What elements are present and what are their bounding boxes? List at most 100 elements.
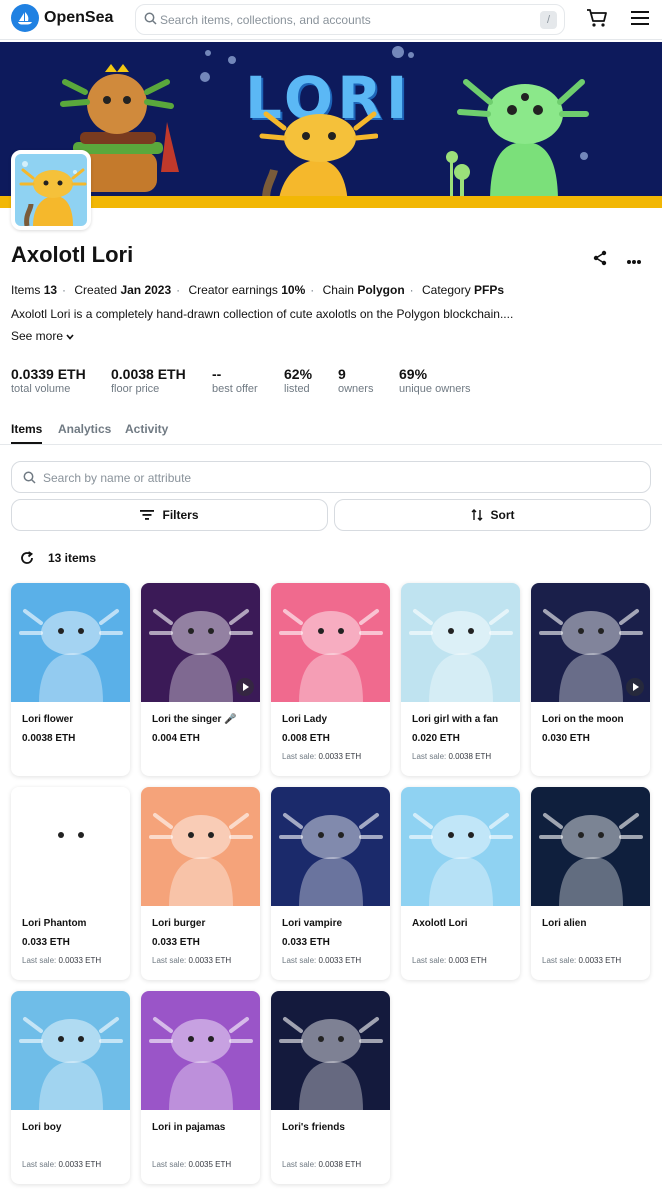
nft-last-sale: Last sale: 0.0033 ETH [22,1160,101,1169]
nft-card[interactable]: Lori flower 0.0038 ETH [11,583,130,776]
nft-card[interactable]: Lori burger 0.033 ETH Last sale: 0.0033 ET… [141,787,260,980]
see-more-link[interactable]: See more [11,329,74,343]
bubble-shape [205,50,211,56]
nft-last-sale: Last sale: 0.0038 ETH [282,1160,361,1169]
nft-image[interactable] [401,583,520,702]
tab-analytics[interactable]: Analytics [58,422,111,436]
stat-label: listed [284,383,310,395]
bubble-shape [392,46,404,58]
last-sale-label: Last sale: [152,1160,187,1169]
share-icon[interactable] [592,250,608,271]
nft-name: Lori burger [152,918,206,929]
tab-activity[interactable]: Activity [125,422,168,436]
last-sale-value: 0.0038 ETH [448,752,492,761]
menu-icon[interactable] [630,10,650,31]
stat-best-offer[interactable]: -- best offer [212,366,258,395]
search-placeholder: Search items, collections, and accounts [160,13,371,27]
stat-unique-owners[interactable]: 69% unique owners [399,366,471,395]
last-sale-value: 0.0033 ETH [188,956,232,965]
last-sale-value: 0.0035 ETH [188,1160,232,1169]
last-sale-label: Last sale: [542,956,577,965]
nft-card[interactable]: Lori vampire 0.033 ETH Last sale: 0.0033 E… [271,787,390,980]
cart-icon[interactable] [586,8,608,33]
nft-image[interactable] [11,583,130,702]
last-sale-label: Last sale: [22,956,57,965]
collection-avatar [11,150,91,230]
sort-button[interactable]: Sort [334,499,651,531]
refresh-icon[interactable] [20,551,34,570]
last-sale-label: Last sale: [412,752,447,761]
nft-image[interactable] [11,787,130,906]
nft-card[interactable]: Axolotl Lori Last sale: 0.003 ETH [401,787,520,980]
nft-name: Axolotl Lori [412,918,468,929]
stat-label: best offer [212,383,258,395]
collection-description: Axolotl Lori is a completely hand-drawn … [11,307,514,321]
nft-card[interactable]: Lori the singer 🎤 0.004 ETH [141,583,260,776]
nft-price: 0.030 ETH [542,733,590,744]
nft-image[interactable] [401,787,520,906]
nft-card[interactable]: Lori Phantom 0.033 ETH Last sale: 0.0033 E… [11,787,130,980]
nft-last-sale: Last sale: 0.0033 ETH [542,956,621,965]
opensea-logo-icon[interactable] [11,4,39,32]
nft-card[interactable]: Lori in pajamas Last sale: 0.0035 ETH [141,991,260,1184]
nft-price: 0.0038 ETH [22,733,76,744]
stat-value: -- [212,366,222,382]
nft-last-sale: Last sale: 0.0033 ETH [22,956,101,965]
stat-total-volume[interactable]: 0.0339 ETH total volume [11,366,86,395]
nft-card[interactable]: Lori girl with a fan 0.020 ETH Last sale: … [401,583,520,776]
meta-earnings-label: Creator earnings [188,283,278,297]
stat-label: floor price [111,383,160,395]
nft-name: Lori's friends [282,1122,345,1133]
nft-price: 0.033 ETH [282,937,330,948]
nft-image[interactable] [271,991,390,1110]
meta-chain-label: Chain [322,283,354,297]
filters-button[interactable]: Filters [11,499,328,531]
meta-earnings-value: 10% [281,283,306,297]
nft-image[interactable] [271,583,390,702]
top-navbar: OpenSea Search items, collections, and a… [0,0,662,40]
see-more-label: See more [11,329,64,343]
stat-label: total volume [11,383,71,395]
nft-card[interactable]: Lori's friends Last sale: 0.0038 ETH [271,991,390,1184]
collection-meta: Items 13 · Created Jan 2023 · Creator earn… [11,283,505,297]
search-icon [144,12,157,30]
collection-banner: LORI [0,42,662,208]
nft-card[interactable]: Lori boy Last sale: 0.0033 ETH [11,991,130,1184]
last-sale-label: Last sale: [152,956,187,965]
nft-last-sale: Last sale: 0.0033 ETH [152,956,231,965]
stat-value: 9 [338,366,346,382]
last-sale-value: 0.0033 ETH [58,1160,102,1169]
play-icon[interactable] [626,678,644,696]
nft-image[interactable] [141,991,260,1110]
last-sale-label: Last sale: [22,1160,57,1169]
tabs-divider [0,444,662,445]
nft-image[interactable] [11,991,130,1110]
global-search-input[interactable]: Search items, collections, and accounts … [135,4,565,35]
banner-floor [0,196,662,208]
nft-image[interactable] [141,787,260,906]
more-options-icon[interactable] [626,252,642,270]
yellow-axolotl-art [259,111,378,208]
search-icon [23,471,36,489]
item-search-input[interactable]: Search by name or attribute [11,461,651,493]
nft-card[interactable]: Lori Lady 0.008 ETH Last sale: 0.0033 ETH [271,583,390,776]
last-sale-value: 0.0033 ETH [58,956,102,965]
bubble-shape [408,52,414,58]
bubble-shape [200,72,210,82]
item-search-placeholder: Search by name or attribute [43,471,192,485]
last-sale-value: 0.0038 ETH [318,1160,362,1169]
nft-price: 0.033 ETH [152,937,200,948]
filter-icon [140,510,155,520]
nft-card[interactable]: Lori on the moon 0.030 ETH [531,583,650,776]
brand-name[interactable]: OpenSea [44,9,113,27]
nft-image[interactable] [271,787,390,906]
stat-listed[interactable]: 62% listed [284,366,312,395]
tab-items[interactable]: Items [11,422,42,436]
stat-floor-price[interactable]: 0.0038 ETH floor price [111,366,186,395]
item-count: 13 items [48,551,97,565]
play-icon[interactable] [236,678,254,696]
stat-value: 0.0339 ETH [11,366,86,382]
nft-image[interactable] [531,787,650,906]
nft-card[interactable]: Lori alien Last sale: 0.0033 ETH [531,787,650,980]
stat-owners[interactable]: 9 owners [338,366,373,395]
